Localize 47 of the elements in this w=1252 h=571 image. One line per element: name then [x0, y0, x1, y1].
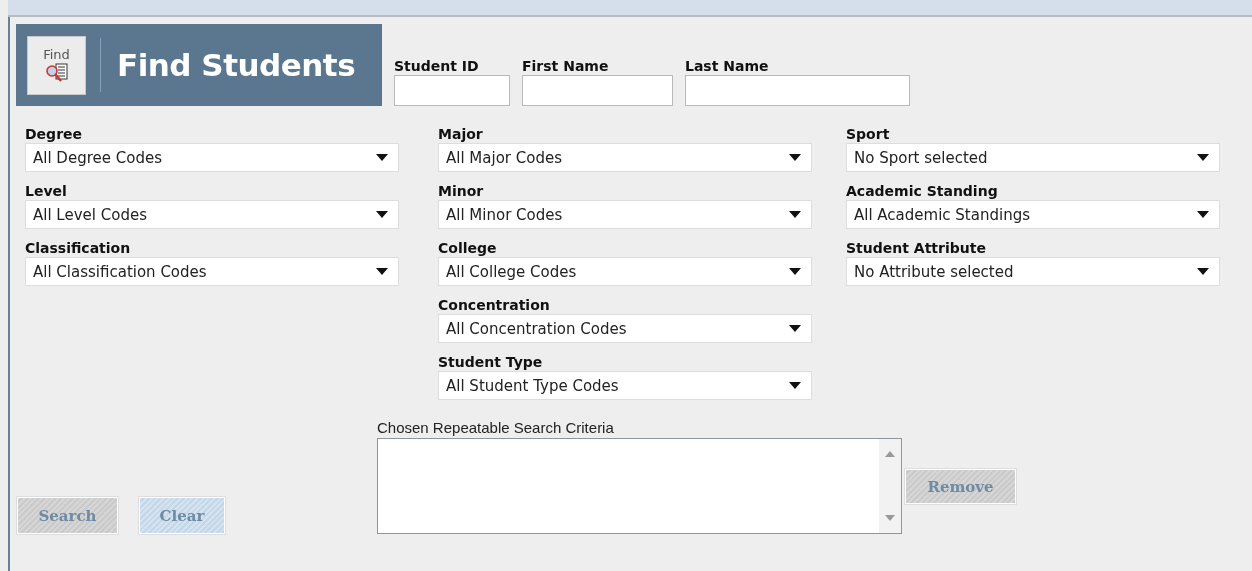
caret-icon: [789, 325, 801, 332]
field-label: Concentration: [438, 297, 551, 314]
caret-icon: [789, 382, 801, 389]
dropdown[interactable]: All Classification Codes: [25, 257, 399, 286]
field-label: Student ID: [394, 58, 480, 75]
dropdown[interactable]: No Attribute selected: [846, 257, 1220, 286]
dropdown[interactable]: All Academic Standings: [846, 200, 1220, 229]
input-field[interactable]: [522, 75, 673, 106]
input-field[interactable]: [685, 75, 910, 106]
input-field[interactable]: [394, 75, 510, 106]
scroll-down-icon[interactable]: [885, 515, 895, 521]
field-label: College: [438, 240, 498, 257]
field-label: Minor: [438, 183, 485, 200]
page-title: Find Students: [117, 47, 356, 83]
dropdown[interactable]: All Concentration Codes: [438, 314, 812, 343]
scrollbar[interactable]: [879, 439, 901, 533]
criteria-list[interactable]: [377, 438, 902, 534]
dropdown[interactable]: All Level Codes: [25, 200, 399, 229]
field-label: Last Name: [685, 58, 770, 75]
field-label: Level: [25, 183, 68, 200]
dropdown[interactable]: All Minor Codes: [438, 200, 812, 229]
dropdown[interactable]: All Student Type Codes: [438, 371, 812, 400]
dropdown[interactable]: No Sport selected: [846, 143, 1220, 172]
caret-icon: [1197, 154, 1209, 161]
caret-icon: [789, 154, 801, 161]
caret-icon: [376, 268, 388, 275]
find-button[interactable]: Find: [27, 35, 86, 95]
caret-icon: [1197, 268, 1209, 275]
field-label: Academic Standing: [846, 183, 999, 200]
field-label: Degree: [25, 126, 84, 143]
caret-icon: [789, 268, 801, 275]
field-label: Student Type: [438, 354, 544, 371]
field-label: Student Attribute: [846, 240, 987, 257]
scroll-up-icon[interactable]: [885, 451, 895, 457]
field-label: First Name: [522, 58, 610, 75]
dropdown[interactable]: All Degree Codes: [25, 143, 399, 172]
dropdown[interactable]: All Major Codes: [438, 143, 812, 172]
caret-icon: [376, 211, 388, 218]
field-label: Sport: [846, 126, 891, 143]
criteria-label: Chosen Repeatable Search Criteria: [377, 418, 615, 438]
field-label: Major: [438, 126, 484, 143]
magnifier-list-icon: [44, 62, 69, 83]
caret-icon: [376, 154, 388, 161]
dropdown[interactable]: All College Codes: [438, 257, 812, 286]
caret-icon: [789, 211, 801, 218]
field-label: Classification: [25, 240, 132, 257]
caret-icon: [1197, 211, 1209, 218]
